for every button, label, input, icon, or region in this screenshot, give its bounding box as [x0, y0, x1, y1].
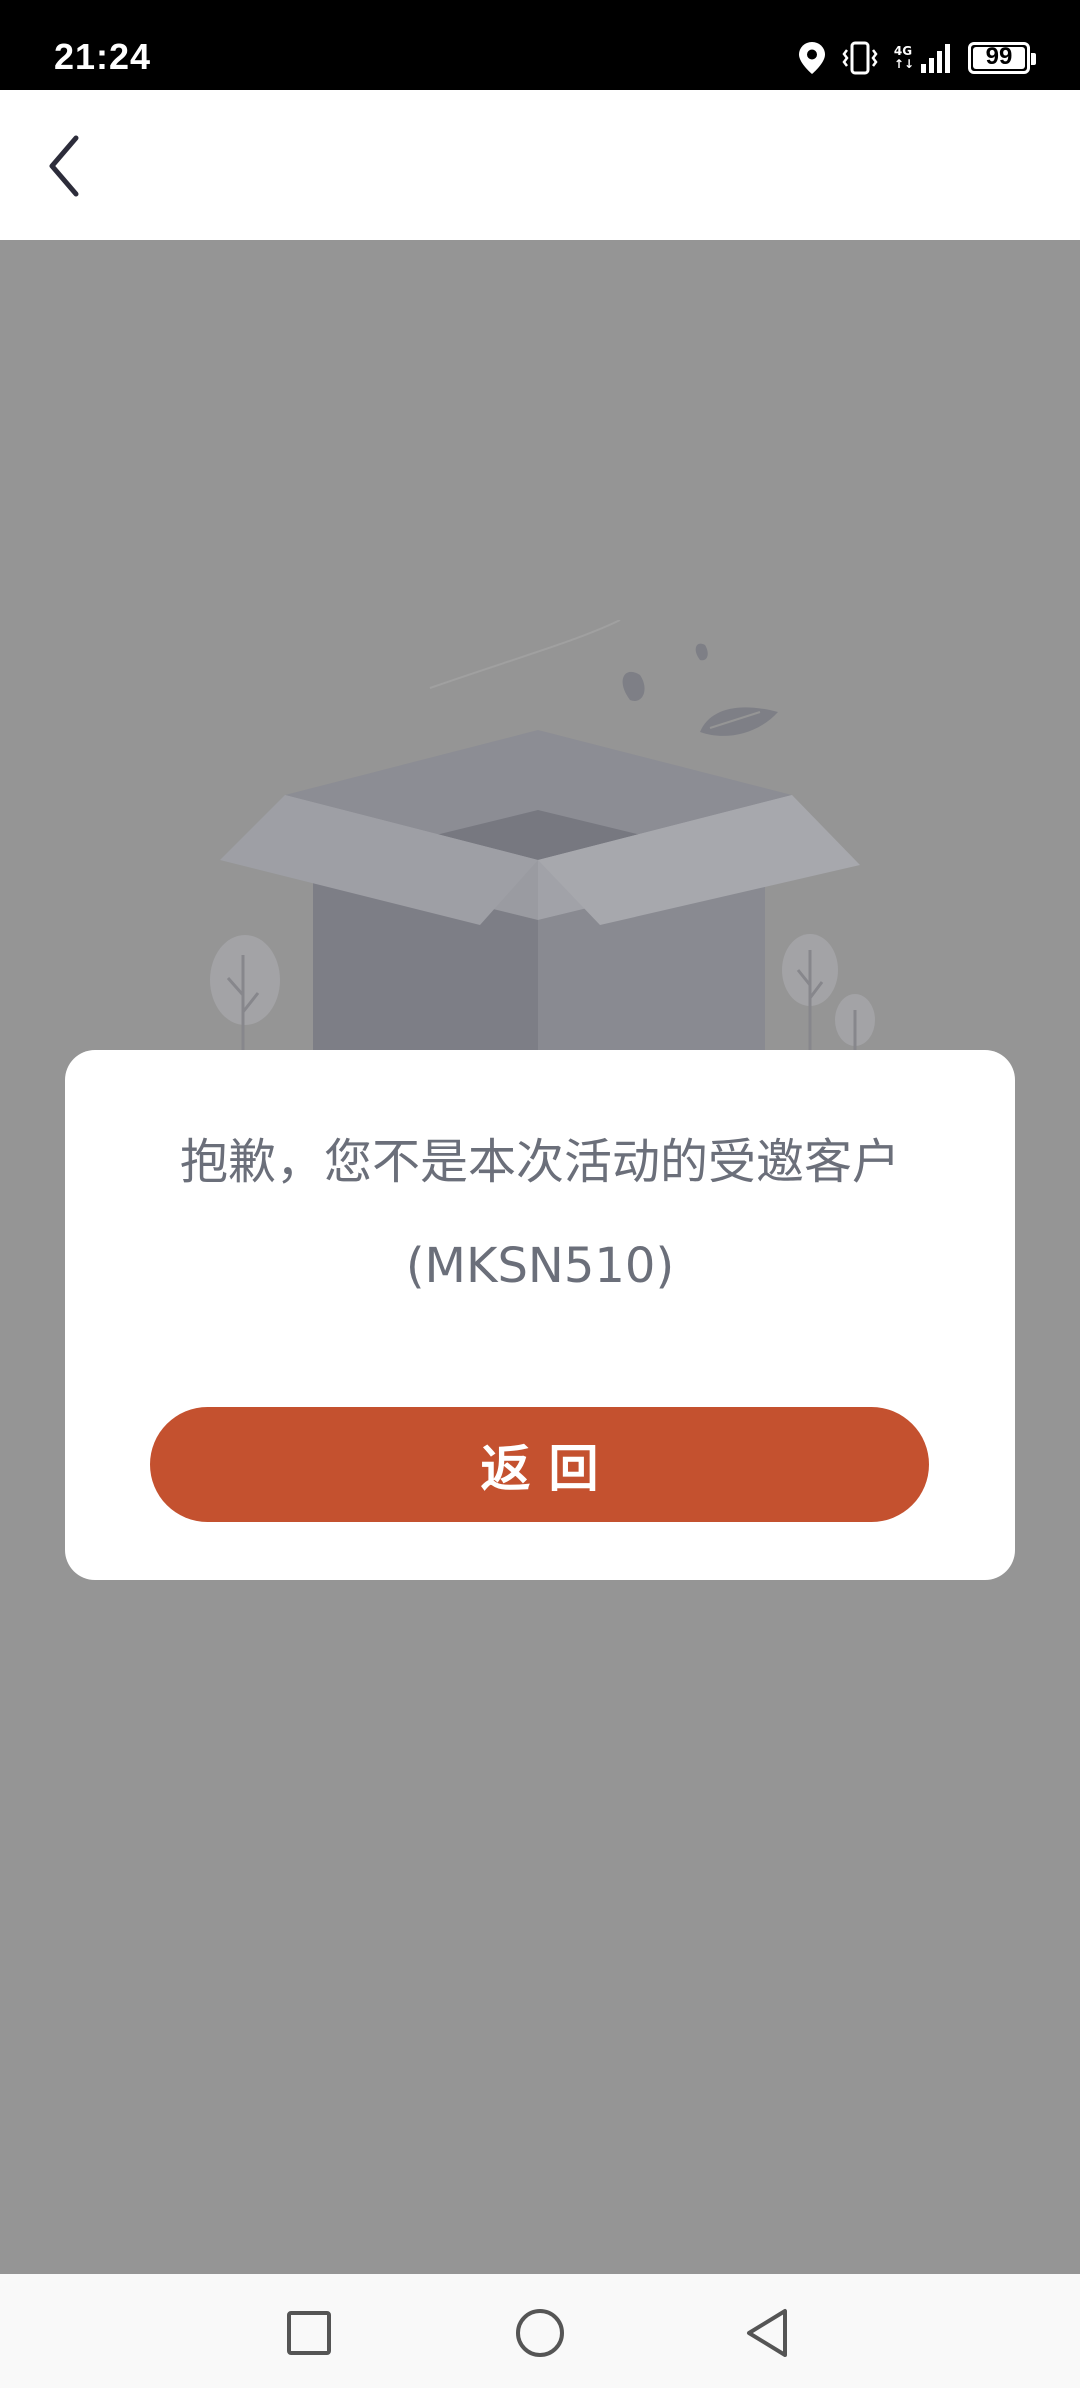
square-recents-icon [287, 2311, 331, 2355]
chevron-left-icon [49, 135, 79, 197]
dialog-message: 抱歉，您不是本次活动的受邀客户 (MKSN510) [105, 1110, 975, 1318]
back-button[interactable] [24, 126, 104, 206]
network-type: 4G ↑↓ [894, 45, 914, 71]
vibrate-icon [842, 41, 878, 75]
dialog-message-text: 抱歉，您不是本次活动的受邀客户 [179, 1134, 900, 1190]
circle-home-icon [516, 2309, 564, 2357]
status-icons: 4G ↑↓ 99 [798, 38, 1036, 78]
return-button[interactable]: 返回 [150, 1407, 929, 1522]
invite-error-dialog: 抱歉，您不是本次活动的受邀客户 (MKSN510) 返回 [65, 1050, 1015, 1580]
signal-icon [921, 44, 950, 73]
recents-button[interactable] [274, 2298, 344, 2368]
status-time: 21:24 [54, 36, 152, 77]
battery-icon: 99 [968, 42, 1036, 74]
location-icon [798, 42, 825, 74]
home-button[interactable] [505, 2298, 575, 2368]
status-bar: 21:24 4G ↑↓ 99 [0, 0, 1080, 90]
network-activity-label: ↑↓ [893, 57, 914, 71]
battery-level: 99 [985, 43, 1013, 70]
nav-back-button[interactable] [733, 2298, 803, 2368]
system-nav-bar [0, 2274, 1080, 2388]
triangle-back-icon [747, 2309, 787, 2357]
dialog-message-code: (MKSN510) [405, 1238, 675, 1294]
empty-box-illustration [210, 620, 875, 1120]
header [0, 90, 1080, 240]
